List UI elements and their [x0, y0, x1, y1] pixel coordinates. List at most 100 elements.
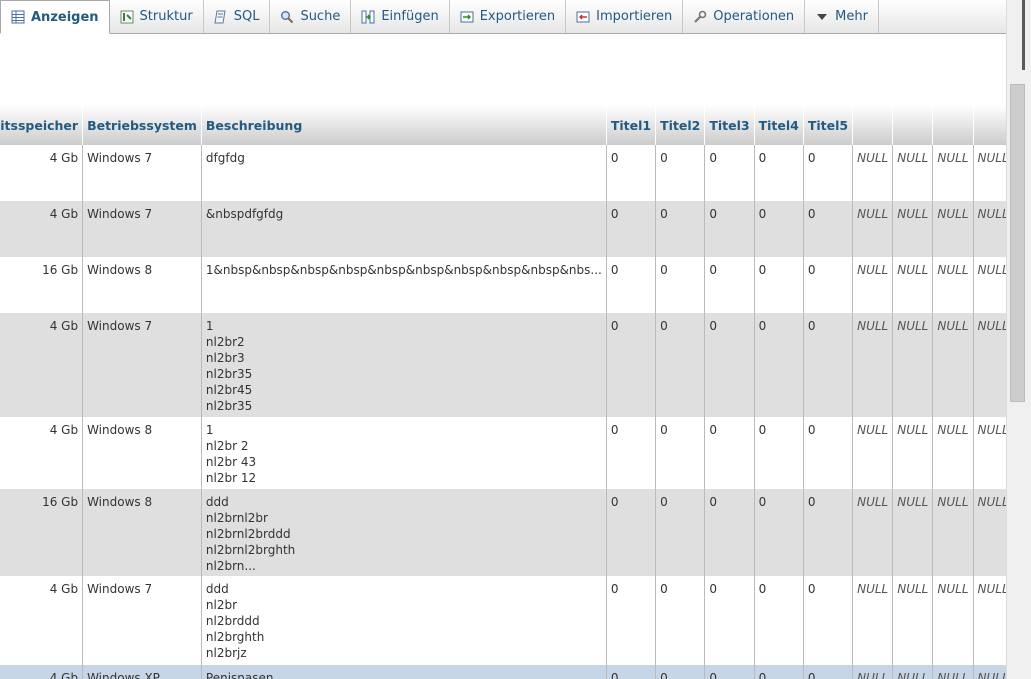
cell-titel2[interactable]: 0	[655, 145, 706, 201]
cell-beschreibung[interactable]: &nbspdfgfdg	[201, 201, 607, 257]
tab-operationen[interactable]: Operationen	[683, 0, 806, 33]
cell-null[interactable]: NULL	[892, 145, 934, 201]
cell-beschreibung[interactable]: dfgfdg	[201, 145, 607, 201]
cell-titel4[interactable]: 0	[754, 201, 804, 257]
cell-null[interactable]: NULL	[973, 489, 1006, 576]
cell-titel4[interactable]: 0	[754, 257, 804, 313]
cell-null[interactable]: NULL	[892, 665, 934, 679]
tab-suche[interactable]: Suche	[270, 0, 352, 33]
cell-null[interactable]: NULL	[932, 576, 974, 665]
cell-null[interactable]: NULL	[852, 417, 894, 489]
cell-speicher[interactable]: 4 Gb	[0, 201, 84, 257]
cell-titel5[interactable]: 0	[803, 576, 854, 665]
cell-titel2[interactable]: 0	[655, 417, 706, 489]
cell-null[interactable]: NULL	[852, 145, 894, 201]
cell-titel2[interactable]: 0	[655, 665, 706, 679]
cell-titel3[interactable]: 0	[704, 576, 755, 665]
cell-null[interactable]: NULL	[852, 576, 894, 665]
vertical-scrollbar[interactable]	[1006, 0, 1031, 679]
tab-mehr[interactable]: Mehr	[805, 0, 879, 33]
cell-titel3[interactable]: 0	[704, 201, 755, 257]
cell-titel3[interactable]: 0	[704, 257, 755, 313]
column-header-titel4[interactable]: Titel4	[754, 105, 804, 145]
cell-speicher[interactable]: 4 Gb	[0, 145, 84, 201]
column-header-arbeitsspeicher[interactable]: Arbeitsspeicher	[0, 105, 84, 145]
cell-titel1[interactable]: 0	[606, 665, 657, 679]
cell-betriebssystem[interactable]: Windows XP	[82, 665, 202, 679]
cell-titel3[interactable]: 0	[704, 665, 755, 679]
cell-null[interactable]: NULL	[932, 489, 974, 576]
table-row[interactable]: 4 Gb Windows 7 &nbspdfgfdg 0 0 0 0 0 NULL NULL NUL…	[0, 201, 1006, 257]
tab-importieren[interactable]: Importieren	[566, 0, 684, 33]
cell-titel2[interactable]: 0	[655, 257, 706, 313]
table-row[interactable]: 4 Gb Windows 7 ddd nl2br nl2brddd nl2brghth nl…	[0, 576, 1006, 665]
cell-titel4[interactable]: 0	[754, 313, 804, 417]
cell-speicher[interactable]: 4 Gb	[0, 665, 84, 679]
cell-null[interactable]: NULL	[973, 257, 1006, 313]
cell-titel1[interactable]: 0	[606, 417, 657, 489]
table-row[interactable]: 4 Gb Windows 7 dfgfdg 0 0 0 0 0 NULL NULL NULL NUL…	[0, 145, 1006, 201]
cell-speicher[interactable]: 4 Gb	[0, 417, 84, 489]
column-header-titel5[interactable]: Titel5	[803, 105, 854, 145]
column-header-titel3[interactable]: Titel3	[704, 105, 755, 145]
cell-null[interactable]: NULL	[892, 489, 934, 576]
cell-titel2[interactable]: 0	[655, 576, 706, 665]
cell-titel1[interactable]: 0	[606, 145, 657, 201]
column-header-beschreibung[interactable]: Beschreibung	[201, 105, 607, 145]
scrollbar-thumb[interactable]	[1010, 84, 1025, 402]
cell-null[interactable]: NULL	[892, 417, 934, 489]
cell-titel1[interactable]: 0	[606, 201, 657, 257]
cell-null[interactable]: NULL	[973, 201, 1006, 257]
cell-null[interactable]: NULL	[932, 417, 974, 489]
table-row[interactable]: 4 Gb Windows XP Penisnasen 0 0 0 0 0 NULL NULL NUL…	[0, 665, 1006, 679]
cell-null[interactable]: NULL	[852, 257, 894, 313]
cell-null[interactable]: NULL	[932, 313, 974, 417]
cell-betriebssystem[interactable]: Windows 7	[82, 201, 202, 257]
cell-null[interactable]: NULL	[852, 489, 894, 576]
table-row[interactable]: 16 Gb Windows 8 1&nbsp&nbsp&nbsp&nbsp&nbsp…	[0, 257, 1006, 313]
cell-titel3[interactable]: 0	[704, 489, 755, 576]
column-header-titel2[interactable]: Titel2	[655, 105, 706, 145]
cell-null[interactable]: NULL	[852, 201, 894, 257]
cell-null[interactable]: NULL	[973, 576, 1006, 665]
cell-null[interactable]: NULL	[973, 145, 1006, 201]
cell-beschreibung[interactable]: Penisnasen	[201, 665, 607, 679]
cell-beschreibung[interactable]: 1 nl2br 2 nl2br 43 nl2br 12	[201, 417, 607, 489]
cell-null[interactable]: NULL	[973, 313, 1006, 417]
cell-titel3[interactable]: 0	[704, 417, 755, 489]
cell-betriebssystem[interactable]: Windows 8	[82, 417, 202, 489]
cell-null[interactable]: NULL	[973, 417, 1006, 489]
cell-titel2[interactable]: 0	[655, 201, 706, 257]
cell-titel5[interactable]: 0	[803, 489, 854, 576]
cell-titel5[interactable]: 0	[803, 417, 854, 489]
tab-anzeigen[interactable]: Anzeigen	[0, 0, 110, 34]
cell-titel5[interactable]: 0	[803, 257, 854, 313]
cell-beschreibung[interactable]: ddd nl2br nl2brddd nl2brghth nl2brjz	[201, 576, 607, 665]
cell-null[interactable]: NULL	[892, 201, 934, 257]
cell-titel4[interactable]: 0	[754, 576, 804, 665]
cell-titel5[interactable]: 0	[803, 313, 854, 417]
cell-titel3[interactable]: 0	[704, 145, 755, 201]
cell-null[interactable]: NULL	[852, 313, 894, 417]
cell-titel4[interactable]: 0	[754, 665, 804, 679]
tab-struktur[interactable]: Struktur	[110, 0, 204, 33]
cell-null[interactable]: NULL	[932, 201, 974, 257]
cell-null[interactable]: NULL	[892, 576, 934, 665]
cell-null[interactable]: NULL	[892, 313, 934, 417]
cell-titel5[interactable]: 0	[803, 665, 854, 679]
table-row[interactable]: 4 Gb Windows 7 1 nl2br2 nl2br3 nl2br35 nl2br45…	[0, 313, 1006, 417]
column-header-betriebssystem[interactable]: Betriebssystem	[82, 105, 202, 145]
cell-titel4[interactable]: 0	[754, 145, 804, 201]
cell-titel2[interactable]: 0	[655, 313, 706, 417]
cell-betriebssystem[interactable]: Windows 7	[82, 145, 202, 201]
cell-speicher[interactable]: 16 Gb	[0, 489, 84, 576]
cell-titel4[interactable]: 0	[754, 417, 804, 489]
cell-beschreibung[interactable]: 1 nl2br2 nl2br3 nl2br35 nl2br45 nl2br35	[201, 313, 607, 417]
cell-null[interactable]: NULL	[892, 257, 934, 313]
cell-beschreibung[interactable]: 1&nbsp&nbsp&nbsp&nbsp&nbsp&nbsp&nbsp&nbs…	[201, 257, 607, 313]
cell-titel5[interactable]: 0	[803, 145, 854, 201]
cell-betriebssystem[interactable]: Windows 8	[82, 489, 202, 576]
cell-titel1[interactable]: 0	[606, 257, 657, 313]
cell-null[interactable]: NULL	[932, 257, 974, 313]
cell-betriebssystem[interactable]: Windows 7	[82, 313, 202, 417]
